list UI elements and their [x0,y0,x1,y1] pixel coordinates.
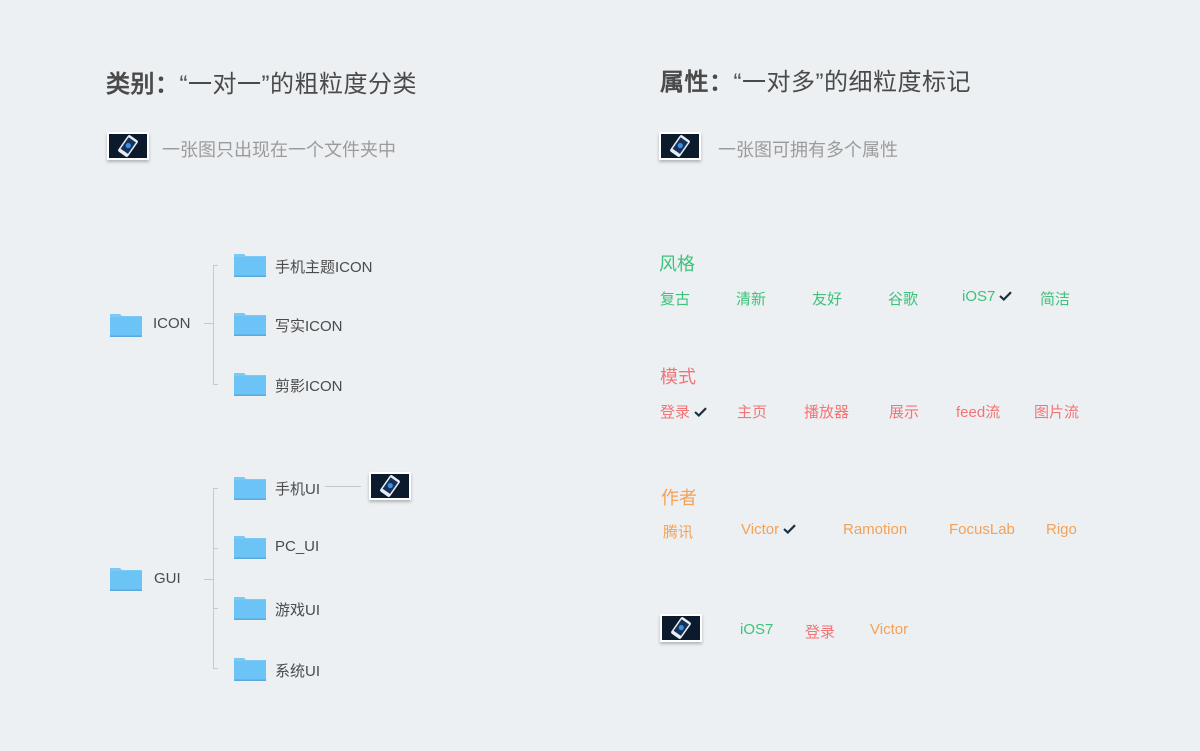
tag-login-label: 登录 [660,404,691,421]
tree-connector [213,608,218,609]
tree-child[interactable]: PC_UI [275,538,319,555]
tree-connector [213,265,218,266]
checkmark-icon [783,523,796,534]
group-title-style: 风格 [659,254,695,274]
folder-icon[interactable] [234,533,266,559]
folder-icon[interactable] [234,655,266,681]
tree-connector [213,668,218,669]
checkmark-icon [694,406,707,417]
category-subtitle: 一张图只出现在一个文件夹中 [162,140,396,160]
tag-simple[interactable]: 简洁 [1040,288,1070,309]
category-title: 类别：“一对一”的粗粒度分类 [106,64,417,99]
tree-connector [213,384,218,385]
tag-tencent[interactable]: 腾讯 [663,521,693,542]
image-connector [325,486,361,487]
tag-victor[interactable]: Victor [741,521,796,538]
tag-ios7-label: iOS7 [962,288,996,305]
tag-feed[interactable]: feed流 [956,401,1000,422]
tree-connector [213,548,218,549]
folder-icon[interactable] [234,251,266,277]
result-tag-author: Victor [870,621,909,638]
tag-home[interactable]: 主页 [737,401,767,422]
phone-thumbnail-icon [660,614,702,642]
tree-root-icon[interactable]: ICON [153,315,191,332]
tag-fresh[interactable]: 清新 [736,288,766,309]
tag-ramotion[interactable]: Ramotion [843,521,907,538]
folder-icon[interactable] [234,474,266,500]
attribute-title-rest: “一对多”的细粒度标记 [733,69,971,96]
category-title-rest: “一对一”的粗粒度分类 [179,71,417,98]
folder-icon[interactable] [234,310,266,336]
attribute-title: 属性：“一对多”的细粒度标记 [660,62,971,97]
tag-victor-label: Victor [741,521,780,538]
tag-focuslab[interactable]: FocusLab [949,521,1015,538]
tag-rigo[interactable]: Rigo [1046,521,1077,538]
folder-icon[interactable] [110,311,142,337]
folder-icon[interactable] [234,594,266,620]
tree-child[interactable]: 游戏UI [275,599,320,620]
tree-child[interactable]: 写实ICON [275,315,343,336]
tag-login[interactable]: 登录 [660,401,707,422]
tag-showcase[interactable]: 展示 [889,401,919,422]
tree-connector [213,265,214,385]
tree-child[interactable]: 手机UI [275,478,320,499]
phone-thumbnail-icon [369,472,411,500]
attribute-subtitle: 一张图可拥有多个属性 [718,140,898,160]
tree-root-gui[interactable]: GUI [154,570,181,587]
tree-child[interactable]: 剪影ICON [275,375,343,396]
tag-player[interactable]: 播放器 [804,401,849,422]
result-tag-style: iOS7 [740,621,774,638]
group-title-mode: 模式 [660,367,696,387]
tag-google[interactable]: 谷歌 [888,288,918,309]
folder-icon[interactable] [110,565,142,591]
result-tag-mode: 登录 [805,624,836,641]
tag-retro[interactable]: 复古 [660,288,690,309]
folder-icon[interactable] [234,370,266,396]
tree-connector [213,488,218,489]
tree-child[interactable]: 系统UI [275,660,320,681]
tree-child[interactable]: 手机主题ICON [275,256,373,277]
tag-ios7[interactable]: iOS7 [962,288,1013,305]
category-title-strong: 类别： [106,71,180,98]
phone-thumbnail-icon [659,132,701,160]
tree-connector [213,488,214,669]
tag-image-stream[interactable]: 图片流 [1034,401,1079,422]
phone-thumbnail-icon [107,132,149,160]
attribute-title-strong: 属性： [660,69,734,96]
checkmark-icon [999,290,1013,301]
group-title-author: 作者 [661,488,697,508]
tag-friendly[interactable]: 友好 [812,288,842,309]
